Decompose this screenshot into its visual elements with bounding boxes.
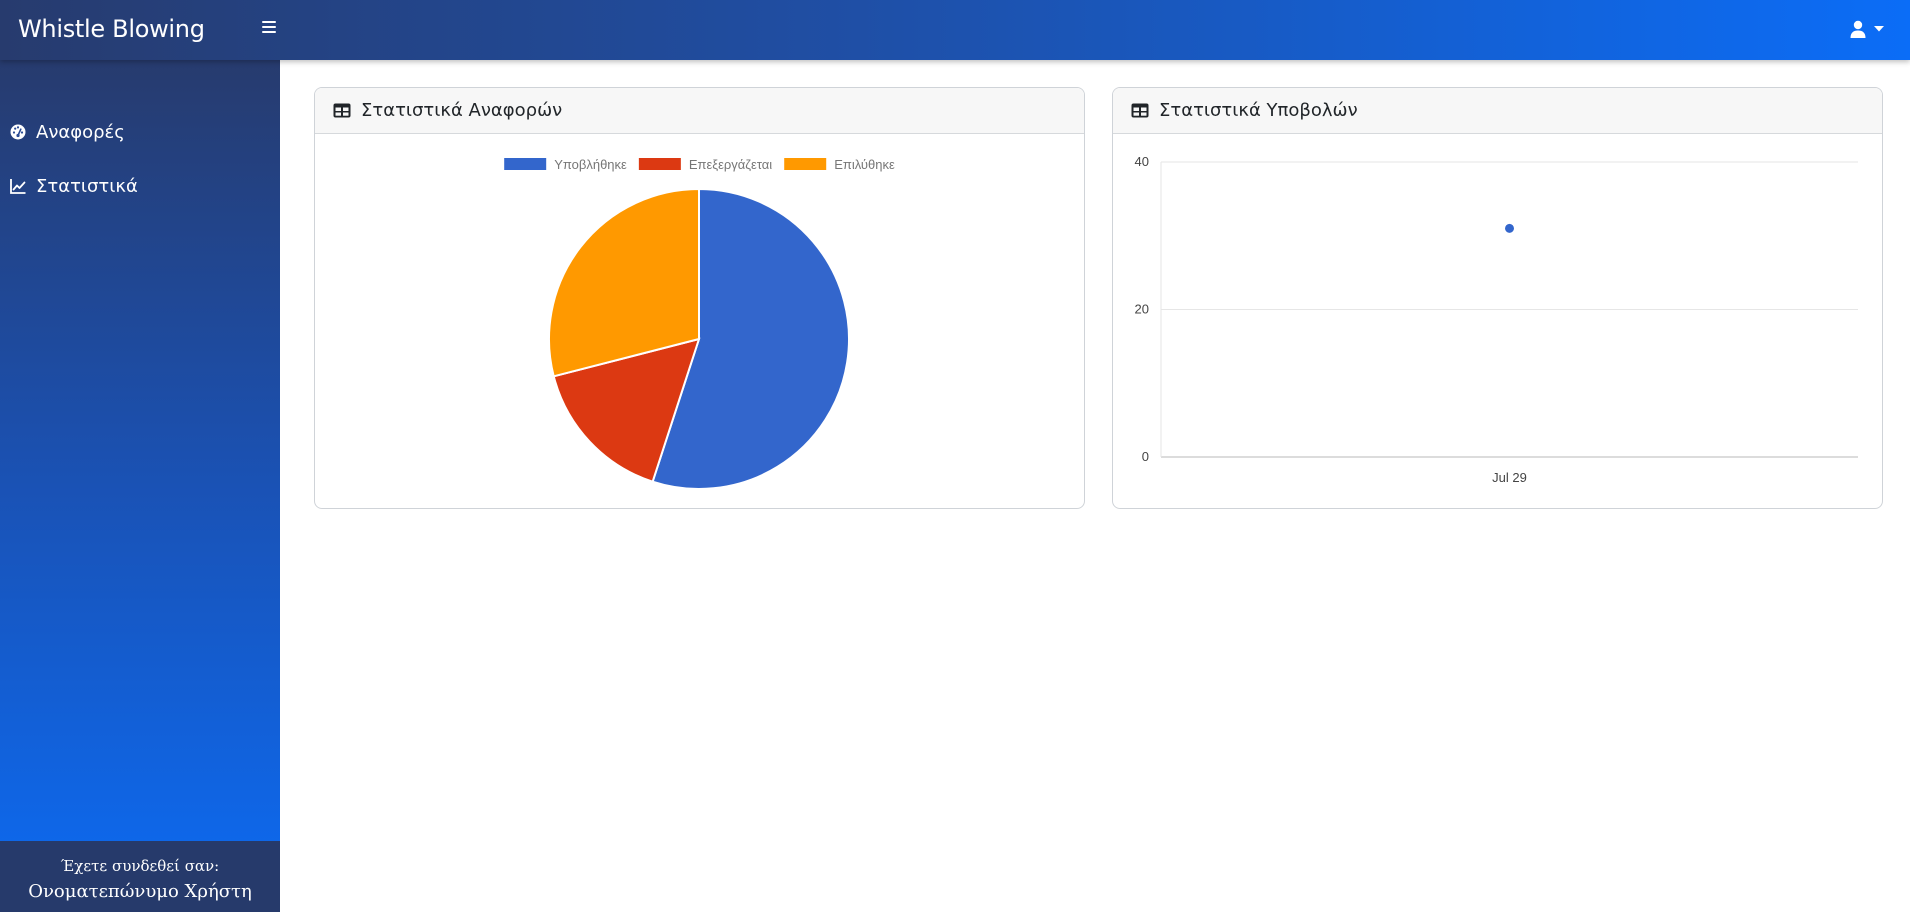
legend-swatch — [784, 158, 827, 170]
legend-label: Επεξεργάζεται — [689, 157, 772, 172]
dashboard-gauge-icon — [10, 124, 26, 140]
logged-in-user-name: Ονοματεπώνυμο Χρήστη — [28, 881, 252, 902]
logged-in-panel: Έχετε συνδεθεί σαν: Ονοματεπώνυμο Χρήστη — [0, 841, 280, 912]
legend-swatch — [504, 158, 547, 170]
sidebar-item-reports[interactable]: Αναφορές — [10, 117, 125, 147]
card-header: Στατιστικά Υποβολών — [1113, 88, 1882, 134]
y-tick-label: 0 — [1142, 449, 1149, 464]
sidebar: Αναφορές Στατιστικά Έχετε συνδεθεί σαν: … — [0, 60, 280, 912]
reports-pie-chart: Υποβλήθηκε Επεξεργάζεται Επιλύθηκε — [504, 157, 895, 490]
legend-item[interactable]: Υποβλήθηκε — [504, 157, 627, 172]
legend-item[interactable]: Επιλύθηκε — [784, 157, 895, 172]
table-icon — [333, 103, 351, 118]
pie-slices — [548, 187, 850, 490]
chart-line-icon — [10, 179, 26, 194]
user-menu-button[interactable] — [1850, 16, 1884, 42]
card-body: Υποβλήθηκε Επεξεργάζεται Επιλύθηκε — [315, 134, 1084, 508]
user-icon — [1850, 20, 1866, 38]
legend-label: Επιλύθηκε — [834, 157, 895, 172]
legend-label: Υποβλήθηκε — [554, 157, 627, 172]
menu-toggle-icon[interactable] — [262, 21, 278, 37]
reports-statistics-card: Στατιστικά Αναφορών Υποβλήθηκε Επεξεργάζε… — [314, 87, 1085, 509]
chart-gridlines — [1161, 161, 1858, 458]
data-point[interactable] — [1505, 223, 1514, 233]
card-title: Στατιστικά Αναφορών — [361, 100, 563, 121]
sidebar-item-label: Στατιστικά — [36, 175, 138, 197]
x-tick-label: Jul 29 — [1492, 470, 1527, 485]
table-icon — [1131, 103, 1149, 118]
submissions-scatter-chart: 0 20 40 Jul 29 — [1135, 154, 1858, 485]
legend-swatch — [638, 158, 681, 170]
sidebar-item-label: Αναφορές — [36, 121, 125, 143]
card-header: Στατιστικά Αναφορών — [315, 88, 1084, 134]
y-tick-label: 40 — [1135, 154, 1149, 169]
y-tick-label: 20 — [1135, 302, 1149, 317]
top-navbar: Whistle Blowing — [0, 0, 1910, 60]
logged-in-label: Έχετε συνδεθεί σαν: — [60, 857, 220, 875]
card-body: 0 20 40 Jul 29 — [1113, 134, 1882, 508]
pie-legend: Υποβλήθηκε Επεξεργάζεται Επιλύθηκε — [504, 157, 895, 172]
card-title: Στατιστικά Υποβολών — [1159, 100, 1358, 121]
legend-item[interactable]: Επεξεργάζεται — [638, 157, 772, 172]
sidebar-item-statistics[interactable]: Στατιστικά — [10, 171, 138, 201]
submissions-statistics-card: Στατιστικά Υποβολών 0 20 40 Jul 29 — [1112, 87, 1883, 509]
caret-down-icon — [1874, 26, 1884, 32]
app-title[interactable]: Whistle Blowing — [18, 0, 205, 60]
